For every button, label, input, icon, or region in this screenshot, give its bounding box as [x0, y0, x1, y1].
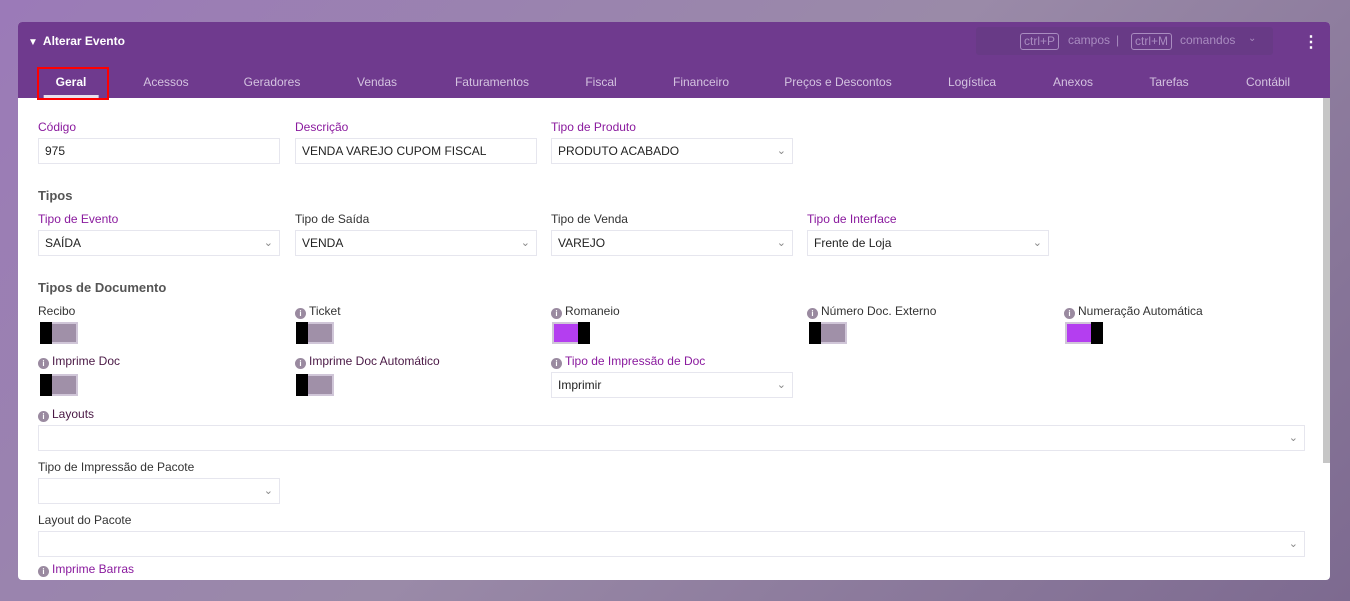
scrollbar[interactable]: [1323, 98, 1330, 463]
info-icon[interactable]: i: [38, 358, 49, 369]
layouts-label: i Layouts: [38, 407, 94, 422]
imprime-barras-text: Imprime Barras: [52, 562, 135, 576]
ticket-text: Ticket: [309, 304, 341, 318]
tipo-venda-value: VAREJO: [558, 236, 606, 250]
numero-doc-externo-label: i Número Doc. Externo: [807, 304, 936, 319]
chevron-down-icon: ⌄: [776, 379, 786, 391]
layout-pacote-label: Layout do Pacote: [38, 513, 132, 527]
imprime-doc-text: Imprime Doc: [52, 354, 121, 368]
tipo-saida-value: VENDA: [302, 236, 344, 250]
tipo-produto-select[interactable]: PRODUTO ACABADO ⌄: [551, 138, 793, 164]
chevron-down-icon: ⌄: [520, 237, 530, 249]
ticket-label: i Ticket: [295, 304, 341, 319]
collapse-triangle-icon: ▼: [28, 37, 38, 48]
recibo-label: Recibo: [38, 304, 76, 318]
recibo-toggle[interactable]: [40, 322, 78, 344]
tipo-produto-label: Tipo de Produto: [551, 120, 636, 134]
info-icon[interactable]: i: [807, 308, 818, 319]
chevron-down-icon: ⌄: [1288, 538, 1298, 550]
tipo-impressao-doc-select[interactable]: Imprimir ⌄: [551, 372, 793, 398]
tipos-documento-heading: Tipos de Documento: [38, 280, 167, 295]
descricao-input[interactable]: VENDA VAREJO CUPOM FISCAL: [295, 138, 537, 164]
layouts-text: Layouts: [52, 407, 95, 421]
tipos-heading: Tipos: [38, 188, 73, 203]
commands-shortcut: ctrl+M: [1131, 33, 1172, 50]
separator: |: [1116, 33, 1120, 47]
tipo-impressao-pacote-label: Tipo de Impressão de Pacote: [38, 460, 195, 474]
numeracao-automatica-text: Numeração Automática: [1078, 304, 1203, 318]
tipo-interface-select[interactable]: Frente de Loja ⌄: [807, 230, 1049, 256]
romaneio-text: Romaneio: [565, 304, 620, 318]
tipo-saida-select[interactable]: VENDA ⌄: [295, 230, 537, 256]
romaneio-label: i Romaneio: [551, 304, 620, 319]
chevron-down-icon: ⌄: [263, 485, 273, 497]
fields-shortcut: ctrl+P: [1020, 33, 1060, 50]
tipo-impressao-doc-text: Tipo de Impressão de Doc: [565, 354, 706, 368]
tipo-evento-value: SAÍDA: [45, 236, 82, 250]
tipo-produto-value: PRODUTO ACABADO: [558, 144, 680, 158]
chevron-down-icon: ⌄: [263, 237, 273, 249]
chevron-down-icon: ⌄: [776, 237, 786, 249]
chevron-down-icon: ⌄: [776, 145, 786, 157]
layout-pacote-select[interactable]: ⌄: [38, 531, 1305, 557]
tipo-impressao-doc-value: Imprimir: [558, 378, 602, 392]
info-icon[interactable]: i: [551, 358, 562, 369]
info-icon[interactable]: i: [1064, 308, 1075, 319]
info-icon[interactable]: i: [295, 308, 306, 319]
romaneio-toggle[interactable]: [552, 322, 590, 344]
fields-label[interactable]: campos: [1068, 33, 1110, 47]
imprime-barras-label: i Imprime Barras: [38, 562, 134, 577]
ticket-toggle[interactable]: [296, 322, 334, 344]
title-text: Alterar Evento: [42, 34, 125, 48]
tipo-venda-select[interactable]: VAREJO ⌄: [551, 230, 793, 256]
imprime-doc-automatico-text: Imprime Doc Automático: [309, 354, 440, 368]
info-icon[interactable]: i: [38, 566, 49, 577]
modal-title[interactable]: ▼ Alterar Evento: [28, 34, 125, 48]
imprime-doc-toggle[interactable]: [40, 374, 78, 396]
info-icon[interactable]: i: [295, 358, 306, 369]
commands-label[interactable]: comandos: [1180, 33, 1235, 47]
descricao-label: Descrição: [295, 120, 349, 134]
info-icon[interactable]: i: [551, 308, 562, 319]
tipo-impressao-pacote-select[interactable]: ⌄: [38, 478, 280, 504]
tipo-venda-label: Tipo de Venda: [551, 212, 628, 226]
tipo-evento-select[interactable]: SAÍDA ⌄: [38, 230, 280, 256]
imprime-doc-label: i Imprime Doc: [38, 354, 120, 369]
tipo-interface-label: Tipo de Interface: [807, 212, 897, 226]
codigo-label: Código: [38, 120, 77, 134]
chevron-down-icon[interactable]: ⌄: [1248, 33, 1256, 44]
codigo-input[interactable]: 975: [38, 138, 280, 164]
info-icon[interactable]: i: [38, 411, 49, 422]
numeracao-automatica-toggle[interactable]: [1065, 322, 1103, 344]
tipo-evento-label: Tipo de Evento: [38, 212, 119, 226]
more-options-icon[interactable]: ⋮: [1303, 32, 1319, 52]
tipo-interface-value: Frente de Loja: [814, 236, 892, 250]
layouts-select[interactable]: ⌄: [38, 425, 1305, 451]
alterar-evento-modal: ▼ Alterar Evento ctrl+P campos | ctrl+M c…: [18, 22, 1330, 580]
numero-doc-externo-toggle[interactable]: [809, 322, 847, 344]
chevron-down-icon: ⌄: [1032, 237, 1042, 249]
tipo-saida-label: Tipo de Saída: [295, 212, 370, 226]
form-content: Código 975 Descrição VENDA VAREJO CUPOM …: [18, 76, 1330, 580]
chevron-down-icon: ⌄: [1288, 432, 1298, 444]
imprime-doc-automatico-toggle[interactable]: [296, 374, 334, 396]
imprime-doc-automatico-label: i Imprime Doc Automático: [295, 354, 440, 369]
numero-doc-externo-text: Número Doc. Externo: [821, 304, 937, 318]
numeracao-automatica-label: i Numeração Automática: [1064, 304, 1203, 319]
tipo-impressao-doc-label: i Tipo de Impressão de Doc: [551, 354, 705, 369]
command-bar[interactable]: ctrl+P campos | ctrl+M comandos ⌄: [976, 27, 1273, 55]
